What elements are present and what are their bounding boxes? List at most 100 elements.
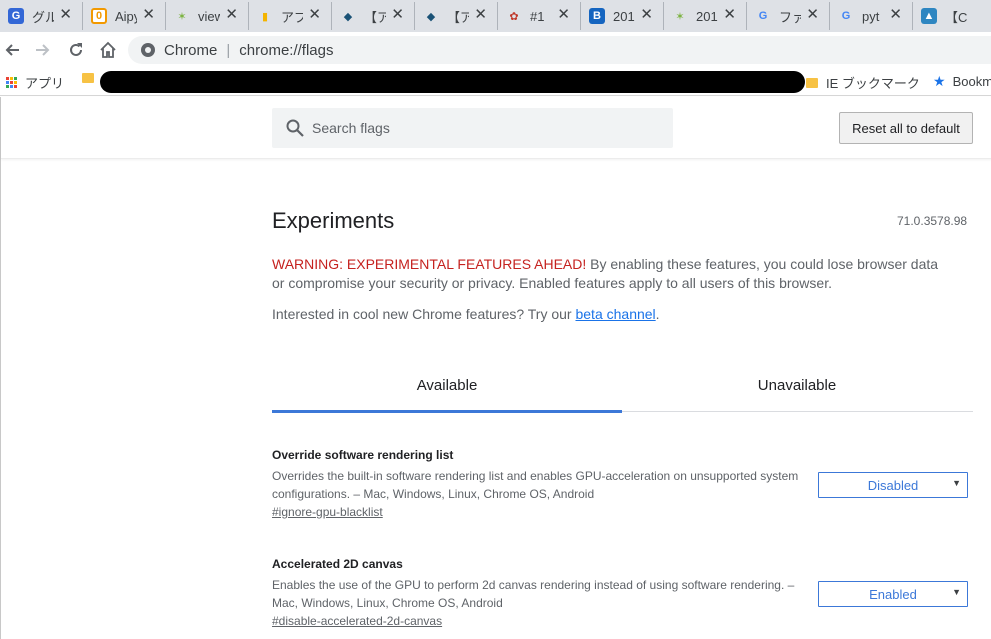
search-input[interactable] <box>312 120 652 136</box>
availability-tabs: Available Unavailable <box>272 367 973 413</box>
browser-tab[interactable]: ✿ #1 ✕ <box>498 2 581 30</box>
tab-title: #1 <box>530 8 545 24</box>
browser-tab[interactable]: ◆ 【ア ✕ <box>332 2 415 30</box>
close-tab-icon[interactable]: ✕ <box>474 7 487 23</box>
close-tab-icon[interactable]: ✕ <box>640 7 653 23</box>
tab-title: 【ア <box>364 9 386 25</box>
browser-tab[interactable]: ✶ view ✕ <box>166 2 249 30</box>
folder-icon <box>806 77 818 88</box>
close-tab-icon[interactable]: ✕ <box>889 7 902 23</box>
tab-available[interactable]: Available <box>272 367 622 413</box>
experiment-description: Overrides the built-in software renderin… <box>272 469 799 501</box>
reload-icon[interactable] <box>64 38 88 62</box>
browser-tab[interactable]: G ファ ✕ <box>747 2 830 30</box>
tab-favicon-icon: ✶ <box>177 10 187 23</box>
select-value: Enabled <box>869 586 917 602</box>
tab-title: 201 <box>696 8 718 24</box>
close-tab-icon[interactable]: ✕ <box>557 7 570 23</box>
omnibox-url[interactable]: chrome://flags <box>239 42 333 59</box>
close-tab-icon[interactable]: ✕ <box>806 7 819 23</box>
tab-title: アプリ <box>281 9 303 25</box>
close-tab-icon[interactable]: ✕ <box>308 7 321 23</box>
bookmark-apps-label: アプリ <box>25 76 65 91</box>
bookmark-apps[interactable]: アプリ <box>6 73 64 92</box>
tab-favicon-icon: ✿ <box>509 10 519 23</box>
bookmark-folder[interactable] <box>82 73 102 83</box>
browser-tab[interactable]: ▲ 【Ch <box>913 2 991 30</box>
tab-favicon-icon: ▲ <box>921 8 937 24</box>
tab-favicon-icon: B <box>589 8 605 24</box>
redaction-mark <box>100 71 805 93</box>
omnibox-separator: | <box>226 41 231 59</box>
tab-title: 【Ch <box>945 9 967 25</box>
search-box[interactable] <box>272 108 673 148</box>
beta-promo: Interested in cool new Chrome features? … <box>272 306 660 322</box>
back-arrow-icon[interactable] <box>0 38 24 62</box>
tab-favicon-icon: ✶ <box>675 10 685 23</box>
browser-toolbar: Chrome | chrome://flags <box>0 32 991 68</box>
tab-title: Aipy <box>115 8 137 24</box>
experiment-description: Enables the use of the GPU to perform 2d… <box>272 578 795 610</box>
browser-tab-strip: G グループ ✕ 0 Aipy ✕ ✶ view ✕ ▮ アプリ ✕ ◆ 【ア … <box>0 0 991 32</box>
bookmark-bookmarks-label: Bookm <box>952 74 991 89</box>
chevron-down-icon: ▼ <box>952 478 961 488</box>
experiment-name: Override software rendering list <box>272 448 454 462</box>
experiment-name: Accelerated 2D canvas <box>272 557 403 571</box>
close-tab-icon[interactable]: ✕ <box>225 7 238 23</box>
tab-title: ファ <box>779 9 801 25</box>
flags-header: Reset all to default <box>1 97 991 159</box>
tab-title: pyt <box>862 8 880 24</box>
experiment-state-select[interactable]: Enabled ▼ <box>818 581 968 607</box>
close-tab-icon[interactable]: ✕ <box>59 7 72 23</box>
warning-text: WARNING: EXPERIMENTAL FEATURES AHEAD! By… <box>272 255 952 293</box>
folder-icon <box>82 73 94 83</box>
version-label: 71.0.3578.98 <box>897 214 968 228</box>
experiment-item: Override software rendering list Overrid… <box>272 448 973 519</box>
bookmarks-bar: アプリ IE ブックマーク ★ Bookm <box>0 68 991 96</box>
select-value: Disabled <box>867 477 919 493</box>
home-icon[interactable] <box>96 38 120 62</box>
tab-favicon-icon: G <box>8 8 24 24</box>
tab-title: グループ <box>32 9 54 25</box>
google-icon: G <box>841 10 851 22</box>
google-icon: G <box>758 10 768 22</box>
tab-favicon-icon: ◆ <box>343 10 353 23</box>
address-bar[interactable]: Chrome | chrome://flags <box>128 36 991 64</box>
beta-channel-link[interactable]: beta channel <box>575 306 655 322</box>
tab-favicon-icon: 0 <box>91 8 107 24</box>
tab-unavailable[interactable]: Unavailable <box>622 367 972 412</box>
beta-promo-end: . <box>655 306 660 322</box>
experiment-permalink[interactable]: #ignore-gpu-blacklist <box>272 505 973 519</box>
beta-promo-text: Interested in cool new Chrome features? … <box>272 306 576 322</box>
tab-favicon-icon: ▮ <box>261 10 269 23</box>
apps-grid-icon <box>6 77 17 88</box>
tab-title: view <box>198 8 220 24</box>
browser-tab[interactable]: B 201 ✕ <box>581 2 664 30</box>
star-icon: ★ <box>933 73 946 89</box>
omnibox-label: Chrome <box>164 41 218 59</box>
bookmark-folder-ie[interactable]: IE ブックマーク <box>806 73 920 92</box>
tab-favicon-icon: ◆ <box>426 10 436 23</box>
browser-tab[interactable]: G pyt ✕ <box>830 2 913 30</box>
bookmark-star[interactable]: ★ Bookm <box>933 73 991 90</box>
tab-title: 【ア <box>447 9 469 25</box>
bookmark-ie-label: IE ブックマーク <box>826 76 920 91</box>
experiment-permalink[interactable]: #disable-accelerated-2d-canvas <box>272 614 973 628</box>
experiment-state-select[interactable]: Disabled ▼ <box>818 472 968 498</box>
tab-title: 201 <box>613 8 635 24</box>
page-title: Experiments <box>272 208 395 233</box>
browser-tab[interactable]: G グループ ✕ <box>0 2 83 30</box>
close-tab-icon[interactable]: ✕ <box>391 7 404 23</box>
chevron-down-icon: ▼ <box>952 587 961 597</box>
browser-tab[interactable]: ◆ 【ア ✕ <box>415 2 498 30</box>
browser-tab[interactable]: 0 Aipy ✕ <box>83 2 166 30</box>
reset-all-button[interactable]: Reset all to default <box>839 112 973 144</box>
search-icon <box>286 119 304 137</box>
close-tab-icon[interactable]: ✕ <box>723 7 736 23</box>
browser-tab[interactable]: ▮ アプリ ✕ <box>249 2 332 30</box>
browser-tab[interactable]: ✶ 201 ✕ <box>664 2 747 30</box>
warning-heading: WARNING: EXPERIMENTAL FEATURES AHEAD! <box>272 256 587 272</box>
chrome-icon <box>141 43 155 57</box>
forward-arrow-icon[interactable] <box>31 38 55 62</box>
close-tab-icon[interactable]: ✕ <box>142 7 155 23</box>
